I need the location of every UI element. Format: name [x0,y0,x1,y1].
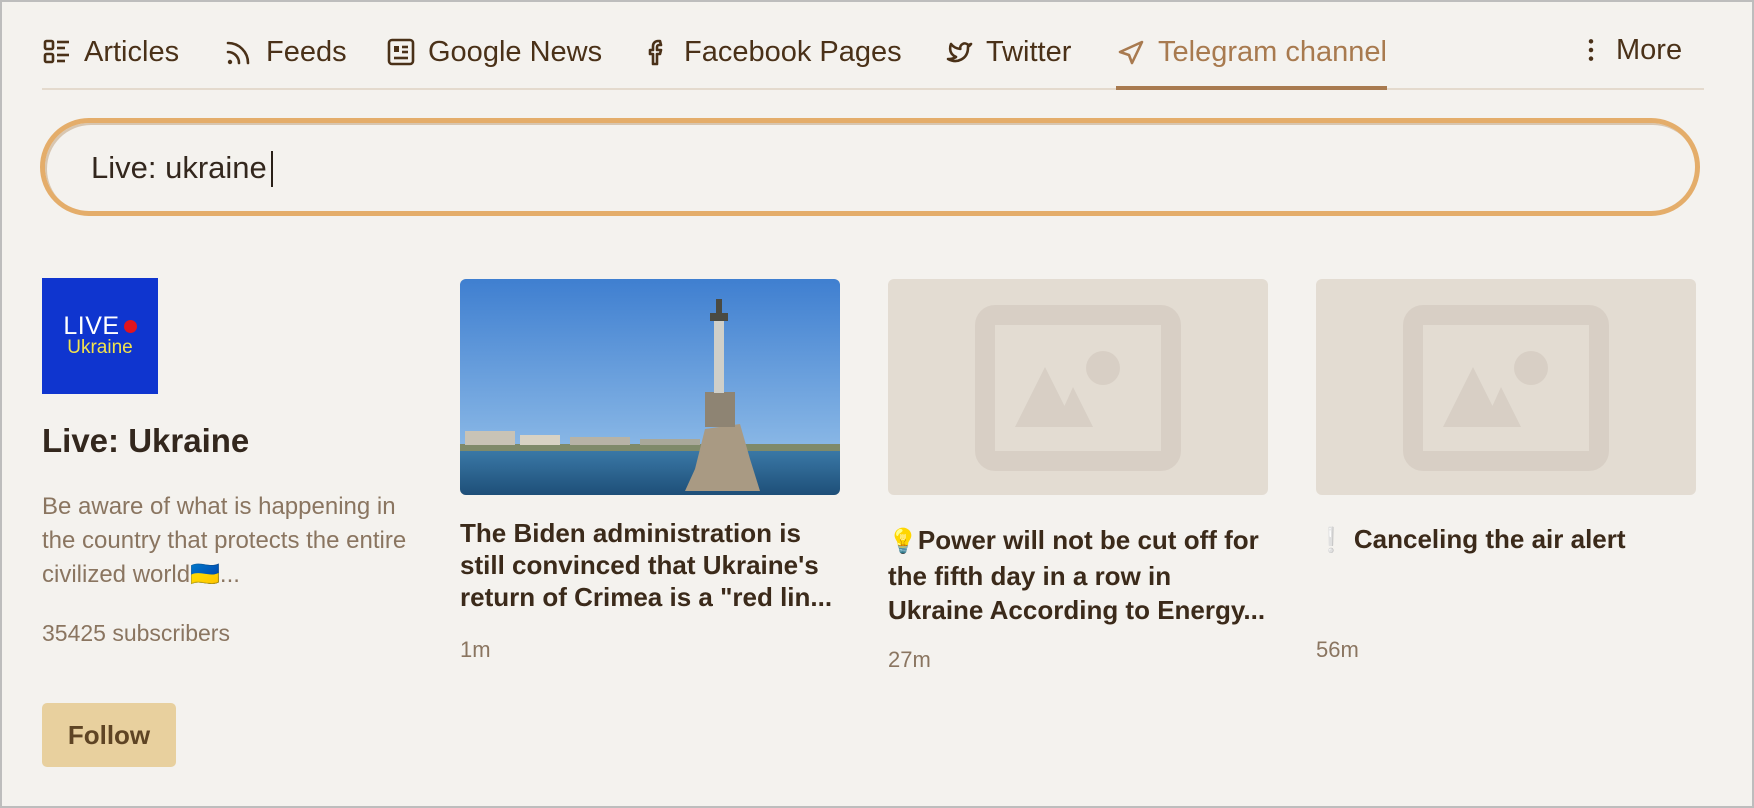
exclamation-icon: ❕ [1316,527,1346,554]
image-placeholder-icon [1403,305,1609,471]
image-placeholder-icon [975,305,1181,471]
more-vertical-icon [1588,39,1594,61]
post-card[interactable]: ❕ Canceling the air alert 56m [1316,279,1696,662]
post-title[interactable]: ❕ Canceling the air alert [1316,523,1696,557]
follow-button[interactable]: Follow [42,703,176,767]
active-tab-indicator [1116,86,1387,90]
tab-articles[interactable]: Articles [42,30,179,74]
post-time: 27m [888,647,931,672]
source-tabs-nav: Articles Feeds Google News Facebook Page… [42,2,1704,90]
tab-label: Articles [84,35,180,68]
post-title[interactable]: The Biden administration is still convin… [460,517,840,613]
newspaper-icon [387,38,415,66]
channel-logo[interactable]: LIVE Ukraine [42,278,158,394]
twitter-icon [946,42,973,63]
more-label: More [1616,33,1683,66]
post-image[interactable] [460,279,840,495]
post-title[interactable]: 💡Power will not be cut off for the fifth… [888,523,1268,627]
post-time: 56m [1316,637,1359,662]
post-image-placeholder[interactable] [1316,279,1696,495]
live-dot-icon [123,319,137,333]
post-image-placeholder[interactable] [888,279,1268,495]
subscriber-count: 35425 subscribers [42,620,230,646]
post-card[interactable]: The Biden administration is still convin… [460,279,840,662]
lightbulb-icon: 💡 [888,528,918,555]
tab-twitter[interactable]: Twitter [944,30,1071,74]
search-box[interactable] [40,118,1700,216]
channel-description: Be aware of what is happening in the cou… [42,493,407,588]
sevastopol-monument-photo [460,279,840,495]
tab-label: Twitter [986,35,1072,68]
tab-label: Feeds [266,35,347,68]
tab-facebook-pages[interactable]: Facebook Pages [642,30,902,74]
search-input[interactable] [89,123,1653,213]
tab-label: Google News [428,35,603,68]
tab-feeds[interactable]: Feeds [224,30,347,74]
tab-label: Telegram channel [1158,35,1387,68]
post-time: 1m [460,637,491,662]
channel-card: LIVE Ukraine Live: Ukraine Be aware of w… [42,278,422,647]
post-card[interactable]: 💡Power will not be cut off for the fifth… [888,279,1268,672]
tab-telegram-channel[interactable]: Telegram channel [1116,30,1387,90]
channel-title[interactable]: Live: Ukraine [42,422,422,460]
articles-list-icon [43,39,69,64]
logo-ukraine-text: Ukraine [67,337,133,358]
telegram-icon [1118,40,1144,65]
tab-google-news[interactable]: Google News [386,30,602,74]
facebook-icon [648,39,663,66]
more-menu-button[interactable]: More [1578,28,1682,72]
tab-label: Facebook Pages [684,35,902,68]
text-cursor [271,151,273,187]
rss-icon [226,41,250,65]
logo-live-text: LIVE [63,312,120,340]
